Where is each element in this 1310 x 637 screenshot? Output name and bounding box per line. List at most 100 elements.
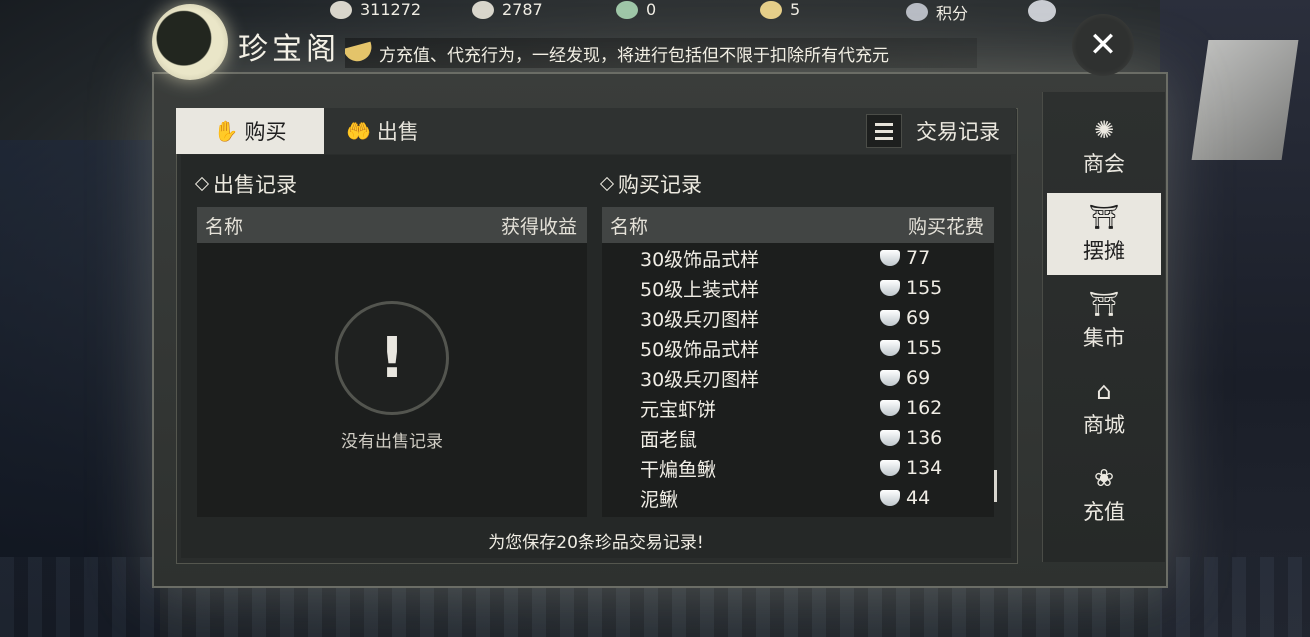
guild-emblem-icon: ✺ xyxy=(1093,116,1115,144)
empty-state: ! 没有出售记录 xyxy=(197,243,587,517)
emblem-icon xyxy=(906,3,928,21)
sidebar-item-label: 摆摊 xyxy=(1083,239,1125,263)
sidebar-item-label: 商城 xyxy=(1083,413,1125,437)
resource-jade: 311272 xyxy=(330,0,421,19)
silver-ingot-icon xyxy=(880,370,900,386)
exclamation-glyph: ! xyxy=(379,325,405,391)
transaction-records-button[interactable]: 交易记录 xyxy=(866,114,1000,148)
tab-bar: ✋ 购买 🤲 出售 交易记录 xyxy=(176,108,1016,154)
table-header: 名称 购买花费 xyxy=(602,207,994,243)
table-row: 50级上装式样 155 xyxy=(602,273,994,303)
item-cost: 69 xyxy=(842,367,930,389)
resource-gold: 5 xyxy=(760,0,800,19)
item-name: 30级兵刃图样 xyxy=(640,308,760,331)
cost-value: 69 xyxy=(906,367,931,389)
silver-ingot-icon xyxy=(880,460,900,476)
mall-pavilion-icon: ⌂ xyxy=(1096,377,1112,405)
item-name: 50级饰品式样 xyxy=(640,338,760,361)
cost-value: 44 xyxy=(906,487,931,509)
sell-records-table: 名称 获得收益 ! 没有出售记录 xyxy=(197,207,587,517)
table-row: 50级饰品式样 155 xyxy=(602,333,994,363)
resource-ticket: 0 xyxy=(616,0,656,19)
sidebar-item-mall[interactable]: ⌂ 商城 xyxy=(1047,367,1161,449)
item-cost: 77 xyxy=(842,247,930,269)
table-row: 30级兵刃图样 69 xyxy=(602,363,994,393)
cost-value: 77 xyxy=(906,247,931,269)
section-label: 出售记录 xyxy=(213,173,297,197)
market-icon: ⛩ xyxy=(1088,290,1120,318)
item-name: 干煸鱼鳅 xyxy=(640,458,717,481)
column-name: 名称 xyxy=(205,215,244,238)
silver-ingot-icon xyxy=(880,490,900,506)
item-cost: 155 xyxy=(842,337,942,359)
table-row: 元宝虾饼 162 xyxy=(602,393,994,423)
exclamation-icon: ! xyxy=(335,301,449,415)
item-cost: 69 xyxy=(842,307,930,329)
diamond-bullet-icon xyxy=(599,176,615,192)
silver-ingot-icon xyxy=(880,280,900,296)
item-name: 元宝虾饼 xyxy=(640,398,717,421)
diamond-bullet-icon xyxy=(194,176,210,192)
scrollbar[interactable] xyxy=(994,470,997,502)
cost-value: 155 xyxy=(906,277,943,299)
scene-right-background xyxy=(1160,0,1310,637)
stone-slab xyxy=(1191,40,1299,160)
resource-value: 311272 xyxy=(360,0,422,19)
sidebar-item-label: 商会 xyxy=(1083,152,1125,176)
tab-sell[interactable]: 🤲 出售 xyxy=(346,108,456,154)
table-row: 干煸鱼鳅 134 xyxy=(602,453,994,483)
moon-emblem-icon xyxy=(152,4,228,80)
tab-label: 出售 xyxy=(376,120,419,144)
announcement-marquee: 方充值、代充行为，一经发现，将进行包括但不限于扣除所有代充元 xyxy=(345,38,977,68)
item-cost: 134 xyxy=(842,457,942,479)
close-button[interactable]: ✕ xyxy=(1072,14,1134,76)
silver-ingot-icon xyxy=(472,0,494,19)
sidebar-item-guild[interactable]: ✺ 商会 xyxy=(1047,106,1161,188)
column-income: 获得收益 xyxy=(500,215,577,238)
cost-value: 69 xyxy=(906,307,931,329)
table-row: 泥鳅 44 xyxy=(602,483,994,513)
sidebar-item-label: 充值 xyxy=(1083,500,1125,524)
right-sidebar: ✺ 商会 ⛩ 摆摊 ⛩ 集市 ⌂ 商城 ❀ 充值 xyxy=(1042,92,1165,562)
records-footer-note: 为您保存20条珍品交易记录! xyxy=(488,533,704,553)
sidebar-item-label: 集市 xyxy=(1083,326,1125,350)
item-name: 50级上装式样 xyxy=(640,278,760,301)
item-name: 面老鼠 xyxy=(640,428,698,451)
buy-records-list[interactable]: 30级饰品式样 77 50级上装式样 155 30级兵刃图样 69 50级饰品式… xyxy=(602,243,994,517)
item-name: 30级饰品式样 xyxy=(640,248,760,271)
silver-ingot-icon xyxy=(880,310,900,326)
settings-badge[interactable] xyxy=(1028,0,1056,22)
stall-icon: ⛩ xyxy=(1088,203,1120,231)
silver-ingot-icon xyxy=(880,250,900,266)
section-label: 购买记录 xyxy=(618,173,702,197)
cost-value: 134 xyxy=(906,457,943,479)
horn-icon xyxy=(345,41,375,65)
item-name: 泥鳅 xyxy=(640,488,679,511)
announcement-text: 方充值、代充行为，一经发现，将进行包括但不限于扣除所有代充元 xyxy=(379,45,889,66)
gold-ingot-icon xyxy=(760,0,782,19)
cost-value: 155 xyxy=(906,337,943,359)
close-icon[interactable]: ✕ xyxy=(1089,25,1118,65)
sidebar-item-stall[interactable]: ⛩ 摆摊 xyxy=(1047,193,1161,275)
item-cost: 136 xyxy=(842,427,942,449)
cost-value: 136 xyxy=(906,427,943,449)
jade-currency-icon xyxy=(330,0,352,19)
green-ticket-icon xyxy=(616,0,638,19)
buy-hand-icon: ✋ xyxy=(213,119,239,143)
silver-ingot-icon xyxy=(880,430,900,446)
table-row: 30级饰品式样 77 xyxy=(602,243,994,273)
tab-buy[interactable]: ✋ 购买 xyxy=(176,108,324,154)
table-row: 面老鼠 136 xyxy=(602,423,994,453)
buy-records-table: 名称 购买花费 30级饰品式样 77 50级上装式样 155 30级兵刃图样 6… xyxy=(602,207,994,517)
badge-icon[interactable] xyxy=(1028,0,1056,22)
tab-label: 购买 xyxy=(244,120,287,144)
table-row: 30级兵刃图样 69 xyxy=(602,303,994,333)
sidebar-item-market[interactable]: ⛩ 集市 xyxy=(1047,280,1161,362)
resource-points: 积分 xyxy=(906,0,968,24)
table-header: 名称 获得收益 xyxy=(197,207,587,243)
empty-message: 没有出售记录 xyxy=(341,432,443,452)
sidebar-item-recharge[interactable]: ❀ 充值 xyxy=(1047,454,1161,536)
money-bag-icon: ❀ xyxy=(1093,464,1115,492)
transaction-records-label: 交易记录 xyxy=(916,120,1000,144)
silver-ingot-icon xyxy=(880,400,900,416)
